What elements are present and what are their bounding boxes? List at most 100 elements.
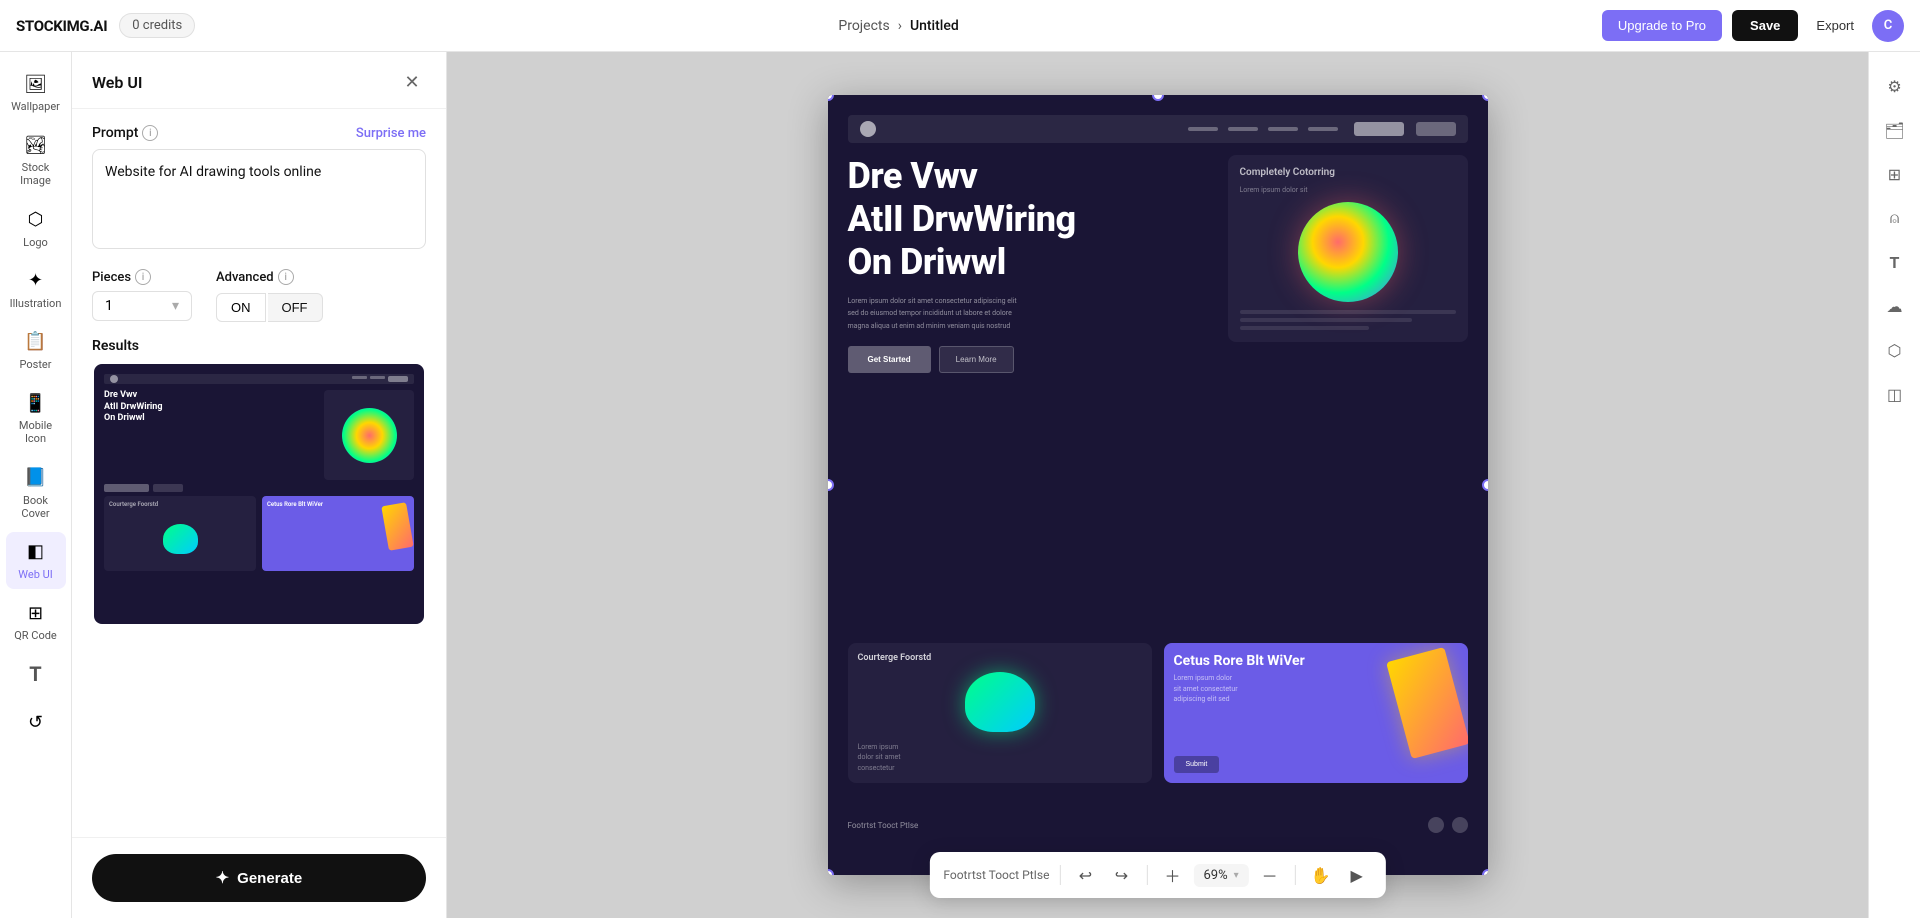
canvas-document[interactable]: Dre Vwv AtII DrwWiring On Driwwl Lorem i…: [828, 95, 1488, 875]
panel-close-button[interactable]: ✕: [398, 68, 426, 96]
canvas-hero-secondary-btn[interactable]: Learn More: [939, 346, 1014, 373]
redo-button[interactable]: ↪: [1106, 860, 1136, 890]
header-right: Upgrade to Pro Save Export C: [1602, 10, 1904, 42]
zoom-in-button[interactable]: ＋: [1157, 860, 1187, 890]
toolbar-text: Footrtst Tooct PtIse: [943, 868, 1049, 882]
upgrade-button[interactable]: Upgrade to Pro: [1602, 10, 1722, 41]
sidebar-item-label: Logo: [23, 236, 48, 249]
sidebar-item-qr-code[interactable]: ⊞ QR Code: [6, 593, 66, 650]
toolbar-separator-3: [1295, 865, 1296, 885]
results-section: Results: [92, 338, 426, 626]
sidebar-item-label: Stock Image: [10, 161, 62, 187]
zoom-out-button[interactable]: －: [1255, 860, 1285, 890]
canvas-nav-links: [1188, 127, 1338, 131]
sidebar-item-mobile-icon[interactable]: 📱 Mobile Icon: [6, 383, 66, 453]
stock-image-icon: 🏞: [24, 133, 48, 157]
prompt-label: Prompt i: [92, 125, 158, 141]
advanced-info-icon[interactable]: i: [278, 269, 294, 285]
play-button[interactable]: ▶: [1342, 860, 1372, 890]
sidebar-item-stock-image[interactable]: 🏞 Stock Image: [6, 125, 66, 195]
canvas-footer-dot: [1428, 817, 1444, 833]
sidebar-item-wallpaper[interactable]: 🖼 Wallpaper: [6, 64, 66, 121]
breadcrumb-projects[interactable]: Projects: [838, 18, 889, 34]
illustration-icon: ✦: [24, 269, 48, 293]
canvas-footer-dot2: [1452, 817, 1468, 833]
breadcrumb-current[interactable]: Untitled: [910, 18, 959, 34]
resize-handle-mr[interactable]: [1482, 479, 1488, 491]
advanced-label: Advanced i: [216, 269, 323, 285]
left-panel: Web UI ✕ Prompt i Surprise me Pi: [72, 52, 447, 918]
canvas-nav-logo: [860, 121, 876, 137]
nav-link: [1188, 127, 1218, 131]
zoom-control[interactable]: 69% ▾: [1193, 864, 1248, 887]
pieces-info-icon[interactable]: i: [135, 269, 151, 285]
sidebar-item-illustration[interactable]: ✦ Illustration: [6, 261, 66, 318]
wallpaper-icon: 🖼: [24, 72, 48, 96]
results-label: Results: [92, 338, 426, 354]
surprise-me-button[interactable]: Surprise me: [356, 126, 426, 141]
canvas-feature-stats: [1240, 310, 1456, 330]
canvas-purple-btn[interactable]: Submit: [1174, 756, 1220, 773]
generate-star-icon: ✦: [216, 868, 229, 888]
save-button[interactable]: Save: [1732, 10, 1798, 41]
sidebar-item-logo[interactable]: ⬡ Logo: [6, 200, 66, 257]
credits-badge[interactable]: 0 credits: [119, 13, 195, 38]
pieces-select[interactable]: 1 ▾: [92, 291, 192, 321]
sidebar-item-poster[interactable]: 📋 Poster: [6, 322, 66, 379]
pieces-group: Pieces i 1 ▾: [92, 269, 192, 321]
grid-button[interactable]: ⊞: [1877, 156, 1913, 192]
sidebar-item-label: Book Cover: [10, 494, 62, 520]
toggle-off-button[interactable]: OFF: [268, 293, 323, 322]
panel-title: Web UI: [92, 73, 143, 92]
settings-button[interactable]: ⚙: [1877, 68, 1913, 104]
canvas-hero-primary-btn[interactable]: Get Started: [848, 346, 931, 373]
sidebar-item-label: Illustration: [10, 297, 62, 310]
sidebar-item-label: Wallpaper: [11, 100, 60, 113]
components-button[interactable]: ⍝: [1877, 200, 1913, 236]
toggle-on-button[interactable]: ON: [216, 293, 266, 322]
mobile-icon-icon: 📱: [24, 391, 48, 415]
book-cover-icon: 📘: [24, 466, 48, 490]
canvas-feature-title: Completely Cotorring: [1240, 167, 1456, 178]
sidebar-item-book-cover[interactable]: 📘 Book Cover: [6, 458, 66, 528]
sidebar-item-text[interactable]: T: [6, 654, 66, 698]
history-icon: ↺: [24, 710, 48, 734]
stat-line: [1240, 318, 1413, 322]
nav-link: [1228, 127, 1258, 131]
stat-line: [1240, 326, 1370, 330]
avatar[interactable]: C: [1872, 10, 1904, 42]
shapes-button[interactable]: ⬡: [1877, 332, 1913, 368]
sidebar-item-web-ui[interactable]: ◧ Web UI: [6, 532, 66, 589]
canvas-hero-left: Dre Vwv AtII DrwWiring On Driwwl Lorem i…: [848, 155, 1212, 631]
generate-button[interactable]: ✦ Generate: [92, 854, 426, 902]
results-grid: Dre VwvAtII DrwWiringOn Driwwl: [92, 362, 426, 626]
generate-section: ✦ Generate: [72, 837, 446, 918]
sidebar-item-label: QR Code: [14, 629, 57, 642]
app-header: STOCKIMG.AI 0 credits Projects › Untitle…: [0, 0, 1920, 52]
canvas-feature-subtitle: Lorem ipsum dolor sit: [1240, 186, 1456, 194]
sidebar-item-label: Web UI: [18, 568, 52, 581]
canvas-card-dark-title: Courterge Foorstd: [858, 653, 1142, 663]
pan-button[interactable]: ✋: [1306, 860, 1336, 890]
canvas-spinner: [1298, 202, 1398, 302]
breadcrumb: Projects › Untitled: [838, 18, 958, 34]
canvas-toolbar: Footrtst Tooct PtIse ↩ ↪ ＋ 69% ▾ － ✋ ▶: [929, 852, 1385, 898]
options-row: Pieces i 1 ▾ Advanced i ON OFF: [92, 269, 426, 322]
prompt-textarea[interactable]: [92, 149, 426, 249]
import-button[interactable]: ◫: [1877, 376, 1913, 412]
layers-button[interactable]: 🗂: [1877, 112, 1913, 148]
text-button[interactable]: T: [1877, 244, 1913, 280]
nav-link: [1308, 127, 1338, 131]
sidebar-item-history[interactable]: ↺: [6, 702, 66, 746]
nav-link: [1268, 127, 1298, 131]
canvas-area[interactable]: Dre Vwv AtII DrwWiring On Driwwl Lorem i…: [447, 52, 1868, 918]
prompt-info-icon[interactable]: i: [142, 125, 158, 141]
cloud-button[interactable]: ☁: [1877, 288, 1913, 324]
canvas-content: Dre Vwv AtII DrwWiring On Driwwl Lorem i…: [828, 95, 1488, 875]
undo-button[interactable]: ↩: [1070, 860, 1100, 890]
sidebar-item-label: Mobile Icon: [10, 419, 62, 445]
zoom-chevron-icon: ▾: [1234, 870, 1239, 881]
canvas-hero-subtitle: Lorem ipsum dolor sit amet consectetur a…: [848, 295, 1212, 333]
result-thumbnail-1[interactable]: Dre VwvAtII DrwWiringOn Driwwl: [92, 362, 426, 626]
export-button[interactable]: Export: [1808, 10, 1862, 41]
